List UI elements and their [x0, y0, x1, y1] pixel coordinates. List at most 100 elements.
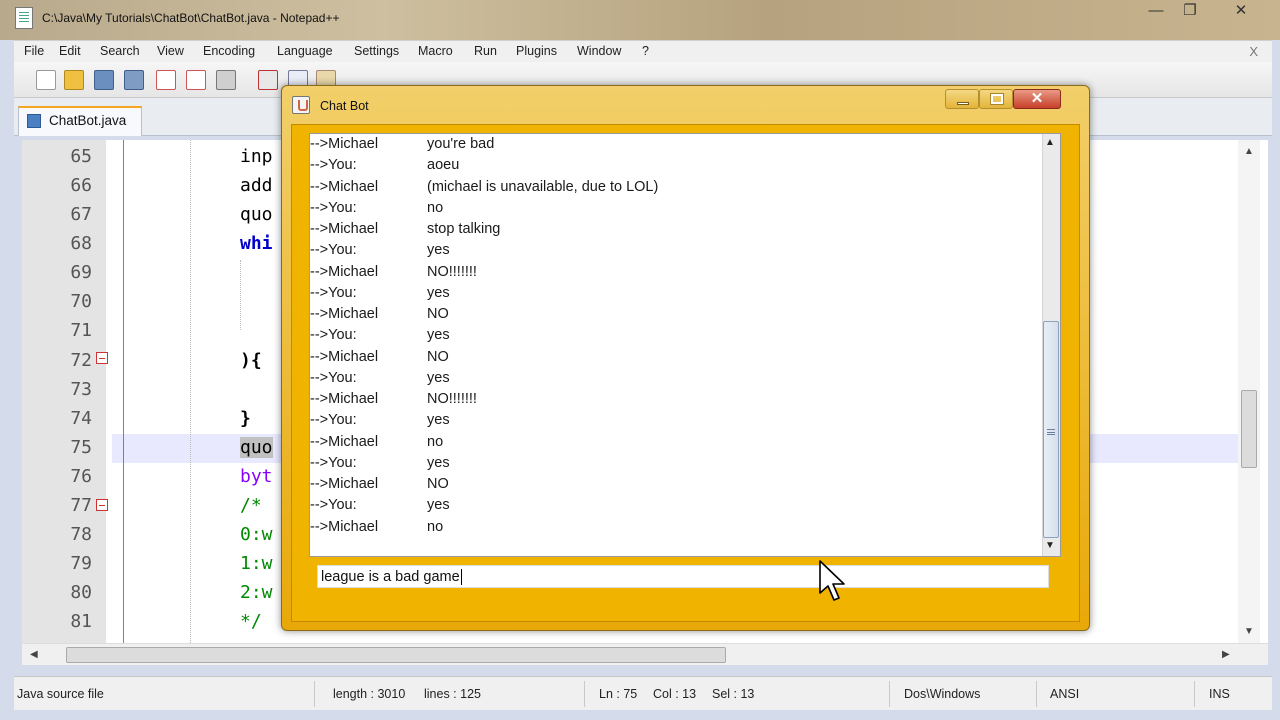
line-number: 81: [70, 611, 92, 632]
close-all-icon[interactable]: [186, 70, 206, 90]
status-encoding: ANSI: [1050, 687, 1080, 701]
status-insert-mode: INS: [1209, 687, 1230, 701]
close-document-icon[interactable]: X: [1249, 44, 1258, 59]
line-number: 65: [70, 146, 92, 167]
menu-encoding[interactable]: Encoding: [203, 44, 255, 58]
line-number: 75: [70, 437, 92, 458]
fold-collapse-icon[interactable]: [96, 499, 108, 511]
fold-collapse-icon[interactable]: [96, 352, 108, 364]
menu-view[interactable]: View: [157, 44, 184, 58]
text-caret: [460, 569, 462, 586]
chatbot-minimize-button[interactable]: [945, 89, 979, 109]
chat-text: yes: [427, 455, 450, 471]
chat-text: no: [427, 519, 444, 535]
maximize-button[interactable]: ❐: [1167, 0, 1213, 22]
chat-text: (michael is unavailable, due to LOL): [427, 179, 659, 195]
editor-vertical-scroll-thumb[interactable]: [1241, 390, 1257, 468]
line-number: 73: [70, 379, 92, 400]
chat-text: yes: [427, 412, 450, 428]
save-icon[interactable]: [94, 70, 114, 90]
scroll-right-icon[interactable]: ▶: [1222, 649, 1230, 660]
chatbot-close-button[interactable]: ✕: [1013, 89, 1061, 109]
tab-chatbot-java[interactable]: ChatBot.java: [18, 106, 142, 136]
menu-run[interactable]: Run: [474, 44, 497, 58]
open-file-icon[interactable]: [64, 70, 84, 90]
chat-sender: -->Michael: [310, 136, 379, 152]
menu-search[interactable]: Search: [100, 44, 140, 58]
code-line: 2:w: [240, 582, 273, 603]
chat-sender: -->You:: [310, 242, 357, 258]
line-number: 76: [70, 466, 92, 487]
chat-sender: -->You:: [310, 327, 357, 343]
menu-macro[interactable]: Macro: [418, 44, 453, 58]
fold-margin: [106, 140, 136, 643]
code-line: 0:w: [240, 524, 273, 545]
scroll-up-icon[interactable]: ▲: [1244, 146, 1254, 157]
title-bar: C:\Java\My Tutorials\ChatBot\ChatBot.jav…: [0, 0, 1280, 40]
save-all-icon[interactable]: [124, 70, 144, 90]
chat-sender: -->Michael: [310, 476, 379, 492]
status-bar: Java source file length : 3010 lines : 1…: [14, 676, 1272, 710]
status-length: length : 3010: [333, 687, 406, 701]
code-line: byt: [240, 466, 273, 487]
chatbot-window: Chat Bot ✕ -->Michael you're bad -->You: a…: [281, 85, 1090, 631]
menu-settings[interactable]: Settings: [354, 44, 399, 58]
line-number: 67: [70, 204, 92, 225]
line-number: 74: [70, 408, 92, 429]
chat-text: NO: [427, 306, 449, 322]
code-line: quo: [240, 204, 273, 225]
chat-sender: -->You:: [310, 412, 357, 428]
save-status-icon: [27, 114, 41, 128]
menu-file[interactable]: File: [24, 44, 44, 58]
line-number: 68: [70, 233, 92, 254]
print-icon[interactable]: [216, 70, 236, 90]
code-line: inp: [240, 146, 273, 167]
menu-bar: File Edit Search View Encoding Language …: [14, 40, 1272, 62]
chat-text: no: [427, 200, 444, 216]
menu-help[interactable]: ?: [642, 44, 649, 58]
close-file-icon[interactable]: [156, 70, 176, 90]
chat-sender: -->You:: [310, 455, 357, 471]
status-sel: Sel : 13: [712, 687, 755, 701]
chatbot-maximize-button[interactable]: [979, 89, 1013, 109]
menu-plugins[interactable]: Plugins: [516, 44, 557, 58]
tab-label: ChatBot.java: [49, 113, 127, 128]
line-number: 79: [70, 553, 92, 574]
chat-scroll-up-icon[interactable]: ▲: [1045, 137, 1055, 148]
chat-sender: -->You:: [310, 157, 357, 173]
chat-log[interactable]: -->Michael you're bad -->You: aoeu -->Mich…: [309, 133, 1061, 557]
chat-text: stop talking: [427, 221, 501, 237]
close-button[interactable]: ✕: [1218, 0, 1264, 22]
scroll-left-icon[interactable]: ◀: [30, 649, 38, 660]
status-file-type: Java source file: [17, 687, 104, 701]
java-icon: [292, 96, 310, 114]
line-number: 70: [70, 291, 92, 312]
scroll-down-icon[interactable]: ▼: [1244, 626, 1254, 637]
chat-scroll-down-icon[interactable]: ▼: [1045, 540, 1055, 551]
code-line: }: [240, 408, 251, 429]
chat-sender: -->Michael: [310, 349, 379, 365]
chat-sender: -->Michael: [310, 519, 379, 535]
code-line: /*: [240, 495, 262, 516]
menu-language[interactable]: Language: [277, 44, 333, 58]
code-line: ){: [240, 350, 262, 371]
menu-window[interactable]: Window: [577, 44, 621, 58]
chat-input[interactable]: league is a bad game: [317, 565, 1049, 588]
editor-horizontal-scroll-thumb[interactable]: [66, 647, 726, 663]
chat-text: yes: [427, 285, 450, 301]
line-number: 77: [70, 495, 92, 516]
chat-sender: -->You:: [310, 200, 357, 216]
chat-sender: -->Michael: [310, 434, 379, 450]
code-line: */: [240, 611, 262, 632]
new-file-icon[interactable]: [36, 70, 56, 90]
chatbot-title: Chat Bot: [320, 99, 369, 113]
line-number: 78: [70, 524, 92, 545]
chatbot-content: -->Michael you're bad -->You: aoeu -->Mich…: [291, 124, 1080, 622]
chat-sender: -->Michael: [310, 264, 379, 280]
notepad-app-icon: [15, 7, 33, 29]
cut-icon[interactable]: [258, 70, 278, 90]
menu-edit[interactable]: Edit: [59, 44, 81, 58]
line-number: 72: [70, 350, 92, 371]
fold-line: [123, 140, 124, 643]
chat-text: you're bad: [427, 136, 495, 152]
